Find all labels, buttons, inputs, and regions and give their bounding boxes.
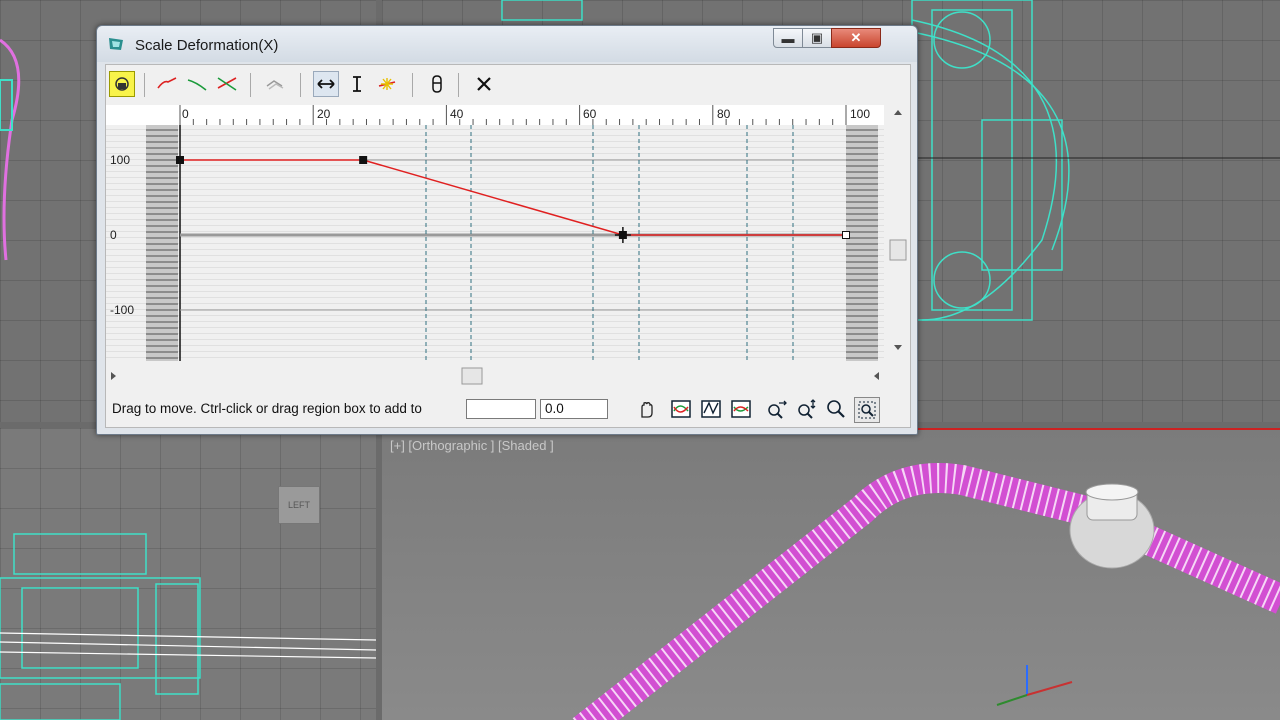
zoom-vertical-extents-icon bbox=[731, 400, 751, 418]
zoom-vertically-button[interactable] bbox=[794, 397, 818, 421]
insert-corner-point-icon bbox=[378, 78, 396, 90]
horizontal-scroll-glyphs bbox=[111, 367, 879, 385]
control-point[interactable] bbox=[842, 231, 850, 239]
display-y-axis-icon bbox=[187, 79, 207, 91]
zoom-horizontal-extents-icon bbox=[701, 400, 721, 418]
zoom-vertical-extents-button[interactable] bbox=[729, 397, 753, 421]
move-control-point-button[interactable] bbox=[313, 71, 339, 97]
ruler-label-20: 20 bbox=[317, 107, 331, 121]
toolbar-separator bbox=[300, 73, 301, 97]
close-icon: ✕ bbox=[850, 30, 862, 45]
zoom-button[interactable] bbox=[824, 397, 848, 421]
zoom-extents-icon bbox=[671, 400, 691, 418]
pan-button[interactable] bbox=[634, 397, 658, 421]
zoom-icon bbox=[827, 400, 845, 418]
vertical-scroll-glyphs bbox=[889, 110, 907, 350]
minimize-button[interactable]: ▬ bbox=[773, 28, 803, 48]
horizontal-scrollbar[interactable] bbox=[106, 367, 884, 385]
y-label-minus100: -100 bbox=[110, 303, 135, 317]
toolbar-separator bbox=[250, 73, 251, 97]
zoom-horizontally-button[interactable] bbox=[764, 397, 788, 421]
swap-curves-icon bbox=[266, 80, 284, 90]
minimize-icon: ▬ bbox=[781, 30, 795, 46]
x-ruler: 0 20 40 60 80 100 bbox=[106, 105, 884, 126]
status-message: Drag to move. Ctrl-click or drag region … bbox=[112, 401, 422, 416]
display-x-axis-icon bbox=[157, 77, 177, 89]
viewport-bottom-left[interactable]: LEFT bbox=[0, 428, 376, 720]
dialog-title: Scale Deformation(X) bbox=[135, 37, 279, 54]
plot-canvas[interactable] bbox=[106, 125, 884, 361]
display-xy-axes-button[interactable] bbox=[214, 71, 240, 97]
dialog-client: 0 20 40 60 80 100 100 0 -100 Drag to mov… bbox=[105, 64, 911, 428]
zoom-region-button[interactable] bbox=[854, 397, 880, 423]
point-y-field[interactable]: 0.0 bbox=[540, 399, 608, 419]
ruler-ticks bbox=[179, 105, 847, 125]
control-point[interactable] bbox=[176, 156, 184, 164]
control-point[interactable] bbox=[359, 156, 368, 164]
reset-curve-button[interactable] bbox=[471, 71, 497, 97]
toolbar-separator bbox=[144, 73, 145, 97]
viewport-bottom-right[interactable]: [+] [Orthographic ] [Shaded ] bbox=[382, 428, 1280, 720]
zoom-horizontally-icon bbox=[768, 400, 787, 419]
scale-deformation-dialog: Scale Deformation(X) ▬ ▣ ✕ 0 20 40 60 80… bbox=[96, 25, 918, 435]
status-row: Drag to move. Ctrl-click or drag region … bbox=[106, 397, 910, 427]
display-y-axis-button[interactable] bbox=[184, 71, 210, 97]
toolbar-separator bbox=[458, 73, 459, 97]
make-symmetrical-button[interactable] bbox=[109, 71, 135, 97]
ruler-label-100: 100 bbox=[850, 107, 871, 121]
zoom-region-icon bbox=[858, 401, 876, 419]
title-bar[interactable]: Scale Deformation(X) ▬ ▣ ✕ bbox=[97, 26, 917, 62]
ruler-label-40: 40 bbox=[450, 107, 464, 121]
scale-control-point-button[interactable] bbox=[344, 71, 370, 97]
curve-graph[interactable]: 0 20 40 60 80 100 100 0 -100 bbox=[106, 105, 908, 405]
plot-area[interactable]: 100 0 -100 bbox=[106, 125, 884, 361]
display-xy-axes-icon bbox=[217, 77, 237, 91]
vertical-scrollbar[interactable] bbox=[888, 105, 908, 361]
maximize-button[interactable]: ▣ bbox=[802, 28, 832, 48]
insert-corner-point-button[interactable] bbox=[374, 71, 400, 97]
app-logo-icon bbox=[109, 38, 123, 50]
delete-control-point-button[interactable] bbox=[424, 71, 450, 97]
display-x-axis-button[interactable] bbox=[154, 71, 180, 97]
toolbar-separator bbox=[412, 73, 413, 97]
wireframe-model bbox=[0, 533, 376, 720]
zoom-horizontal-extents-button[interactable] bbox=[699, 397, 723, 421]
pipe-model bbox=[572, 463, 1280, 720]
left-limit-band bbox=[146, 125, 178, 361]
right-limit-band bbox=[846, 125, 878, 361]
zoom-extents-button[interactable] bbox=[669, 397, 693, 421]
deformation-toolbar bbox=[106, 65, 910, 105]
ruler-label-0: 0 bbox=[182, 107, 189, 121]
delete-control-point-icon bbox=[432, 75, 442, 93]
ruler-label-80: 80 bbox=[717, 107, 731, 121]
ruler-label-60: 60 bbox=[583, 107, 597, 121]
close-button[interactable]: ✕ bbox=[831, 28, 881, 48]
maximize-icon: ▣ bbox=[810, 30, 824, 45]
point-x-field[interactable] bbox=[466, 399, 536, 419]
move-control-point-icon bbox=[317, 79, 335, 89]
pan-hand-icon bbox=[641, 402, 653, 418]
swap-curves-button[interactable] bbox=[262, 71, 288, 97]
y-label-100: 100 bbox=[110, 153, 131, 167]
reset-curve-icon bbox=[477, 77, 491, 91]
y-label-0: 0 bbox=[110, 228, 117, 242]
scale-control-point-icon bbox=[353, 76, 361, 92]
make-symmetrical-icon bbox=[115, 77, 129, 91]
zoom-vertically-icon bbox=[798, 399, 816, 419]
